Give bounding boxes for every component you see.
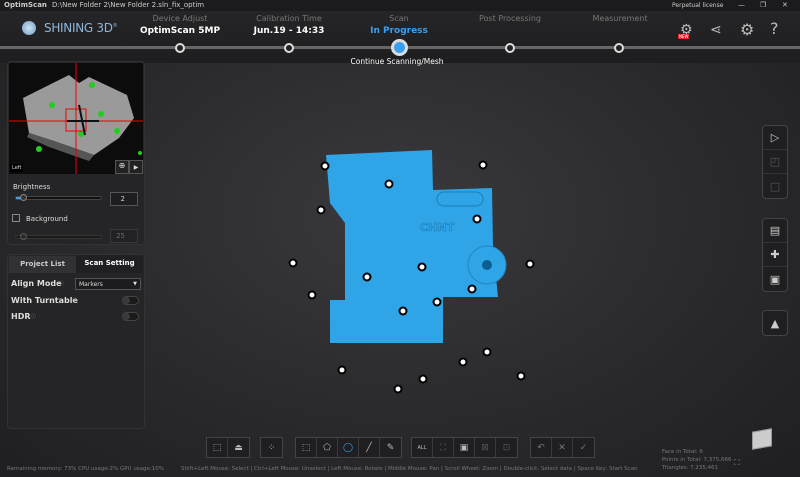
brush-select-icon[interactable]: ✎ xyxy=(380,438,401,457)
square-icon[interactable]: □ xyxy=(763,174,787,198)
view-toolbar: ⬚ ⏏ xyxy=(206,437,250,458)
resource-status: Remaining memory: 73% CPU usage:2% GPU u… xyxy=(7,466,164,472)
marker-point xyxy=(418,374,428,384)
marker-point xyxy=(467,284,477,294)
rect-select-icon[interactable]: ⬚ xyxy=(296,438,317,457)
polygon-select-icon[interactable]: ⬠ xyxy=(317,438,338,457)
mouse-hints: Shift+Left Mouse: Select | Ctrl+Left Mou… xyxy=(181,466,638,472)
line-select-icon[interactable]: ╱ xyxy=(359,438,380,457)
marker-point xyxy=(320,161,330,171)
scan-viewport[interactable]: CHNT xyxy=(0,0,800,477)
edit-toolbar: ALL ⛶ ▣ ⊠ ⊡ xyxy=(411,437,518,458)
cancel-icon[interactable]: ✕ xyxy=(552,438,573,457)
select-connected-icon[interactable]: ▣ xyxy=(454,438,475,457)
marker-point xyxy=(337,365,347,375)
triangles-count: Triangles: 7,235,461 xyxy=(662,465,719,471)
turntable-view-icon[interactable]: ⏏ xyxy=(228,438,249,457)
point-cloud-icon[interactable]: ⁘ xyxy=(261,438,282,457)
marker-point xyxy=(393,384,403,394)
marker-point xyxy=(288,258,298,268)
marker-point xyxy=(432,297,442,307)
window-icon[interactable]: ▤ xyxy=(763,219,787,243)
marker-point xyxy=(384,179,394,189)
selection-toolbar: ⬚ ⬠ ◯ ╱ ✎ xyxy=(295,437,402,458)
marker-point xyxy=(458,357,468,367)
marker-point xyxy=(525,259,535,269)
marker-point xyxy=(478,160,488,170)
marker-point xyxy=(417,262,427,272)
marker-point xyxy=(482,347,492,357)
scan-control-toolbar: ▷ ◰ □ xyxy=(762,125,788,199)
marker-point xyxy=(316,205,326,215)
marker-point xyxy=(516,371,526,381)
cube-view-icon[interactable]: ⬚ xyxy=(207,438,228,457)
fit-view-icon[interactable]: ⛶ xyxy=(734,458,740,468)
apply-icon[interactable]: ✓ xyxy=(573,438,594,457)
marker-point xyxy=(472,214,482,224)
confirm-toolbar: ↶ ✕ ✓ xyxy=(530,437,595,458)
orientation-cube[interactable] xyxy=(752,428,772,450)
lasso-select-icon[interactable]: ◯ xyxy=(338,438,359,457)
marker-point xyxy=(307,290,317,300)
puzzle-icon[interactable]: ✚ xyxy=(763,243,787,267)
mesh-icon[interactable]: ▲ xyxy=(763,311,787,335)
lock-icon[interactable]: ⊡ xyxy=(496,438,517,457)
save-icon[interactable]: ▣ xyxy=(763,267,787,291)
play-icon[interactable]: ▷ xyxy=(763,126,787,150)
stop-capture-icon[interactable]: ◰ xyxy=(763,150,787,174)
points-count: Points in Total: 7,375,666 xyxy=(662,457,732,463)
marker-point xyxy=(398,306,408,316)
undo-icon[interactable]: ↶ xyxy=(531,438,552,457)
mesh-toolbar: ▲ xyxy=(762,310,788,336)
pointcloud-toolbar: ⁘ xyxy=(260,437,283,458)
scanned-mesh xyxy=(326,150,498,343)
mesh-embossed-logo: CHNT xyxy=(420,221,454,234)
stats: Face in Total: 6 Points in Total: 7,375,… xyxy=(662,448,731,472)
marker-point xyxy=(362,272,372,282)
delete-icon[interactable]: ⊠ xyxy=(475,438,496,457)
select-all-button[interactable]: ALL xyxy=(412,438,433,457)
project-toolbar: ▤ ✚ ▣ xyxy=(762,218,788,292)
faces-count: Face in Total: 6 xyxy=(662,449,703,455)
invert-select-icon[interactable]: ⛶ xyxy=(433,438,454,457)
